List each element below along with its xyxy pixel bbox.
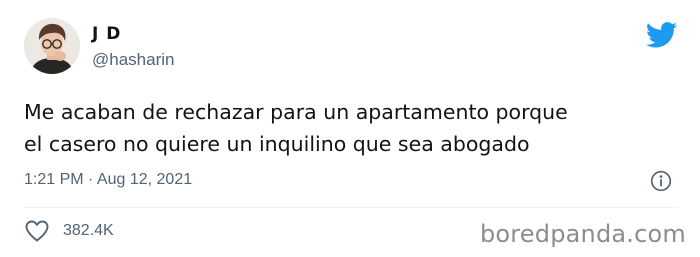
like-button[interactable]: 382.4K bbox=[24, 219, 114, 243]
watermark: boredpanda.com bbox=[479, 220, 686, 248]
tweet-timestamp[interactable]: 1:21 PM · Aug 12, 2021 bbox=[24, 171, 192, 189]
avatar-portrait bbox=[24, 18, 80, 74]
tweet-text-line: el casero no quiere un inquilino que sea… bbox=[24, 132, 530, 156]
tweet-text-line: Me acaban de rechazar para un apartament… bbox=[24, 100, 568, 124]
divider bbox=[24, 207, 678, 208]
twitter-bird-icon[interactable] bbox=[646, 22, 678, 48]
display-name[interactable]: J D bbox=[92, 24, 121, 44]
heart-icon bbox=[25, 220, 49, 242]
info-icon[interactable] bbox=[650, 170, 672, 192]
user-handle[interactable]: @hasharin bbox=[92, 50, 174, 70]
tweet-text: Me acaban de rechazar para un apartament… bbox=[24, 96, 684, 160]
like-count: 382.4K bbox=[63, 222, 114, 239]
tweet-card: J D @hasharin Me acaban de rechazar para… bbox=[0, 0, 700, 257]
avatar[interactable] bbox=[24, 18, 80, 74]
